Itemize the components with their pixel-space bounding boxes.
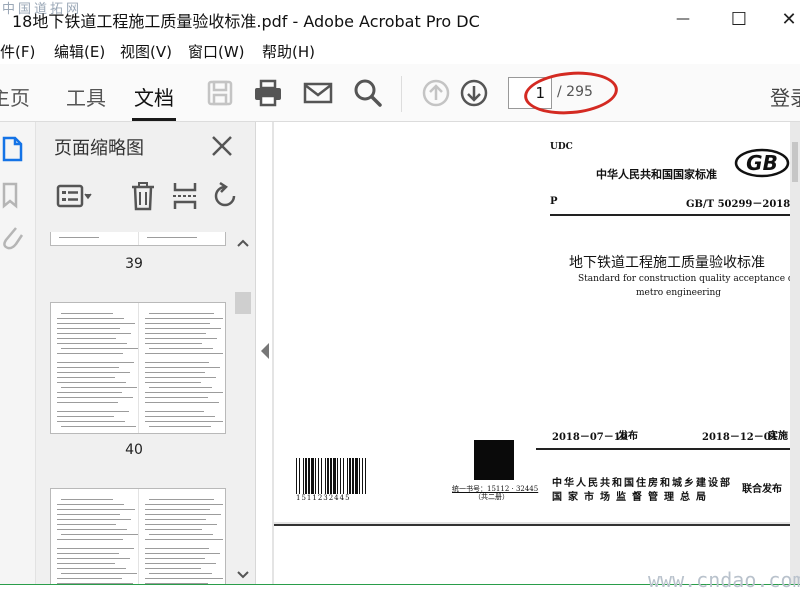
document-title-en-1: Standard for construction quality accept… (578, 274, 797, 284)
tab-tools[interactable]: 工具 (66, 82, 106, 111)
document-page-1: UDC GB 中华人民共和国国家标准 P GB/T 50299－2018 地下铁… (274, 122, 797, 522)
menu-file[interactable]: 件(F) (0, 41, 35, 62)
standard-code: GB/T 50299－2018 (686, 199, 791, 210)
save-icon[interactable] (204, 77, 236, 109)
barcode-image (296, 458, 366, 494)
book-edition: （共二册） (474, 493, 509, 501)
title-bar: 中国道拓网 18地下铁道工程施工质量验收标准.pdf - Adobe Acrob… (0, 0, 800, 38)
menu-window[interactable]: 窗口(W) (188, 41, 245, 62)
maximize-button[interactable]: ☐ (716, 4, 762, 34)
thumbnail-page-41[interactable] (50, 488, 226, 584)
page-down-icon[interactable] (458, 77, 490, 109)
minimize-icon: — (676, 11, 690, 27)
menu-help[interactable]: 帮助(H) (262, 41, 315, 62)
close-window-button[interactable]: ✕ (766, 4, 800, 34)
bookmark-icon[interactable] (0, 180, 26, 210)
rotate-page-icon[interactable] (210, 180, 240, 212)
document-scrollbar[interactable] (790, 122, 800, 584)
close-panel-icon[interactable] (208, 132, 236, 160)
tab-document[interactable]: 文档 (134, 82, 174, 111)
page-up-icon[interactable] (420, 77, 452, 109)
delete-page-icon[interactable] (128, 180, 158, 212)
document-title-cn: 地下铁道工程施工质量验收标准 (569, 255, 765, 271)
publish-date: 2018－07－10 (552, 432, 628, 443)
header-rule (550, 214, 790, 216)
toolbar-separator (401, 76, 402, 112)
email-icon[interactable] (302, 77, 334, 109)
scroll-up-icon[interactable] (236, 238, 250, 248)
maximize-icon: ☐ (730, 8, 748, 30)
panel-title: 页面缩略图 (54, 138, 144, 159)
thumbnail-label-39: 39 (125, 256, 143, 272)
implement-date: 2018－12－01 (702, 432, 778, 443)
close-icon: ✕ (781, 8, 797, 30)
active-tab-indicator (132, 118, 176, 121)
udc-label: UDC (550, 142, 573, 152)
print-icon[interactable] (252, 77, 284, 109)
gb-logo: GB (734, 148, 790, 178)
footer-watermark: www.cndao.com (648, 568, 800, 592)
standard-type: 中华人民共和国国家标准 (596, 168, 717, 181)
publish-label: 发布 (618, 431, 638, 442)
toolbar: 主页 工具 文档 / 295 登录 (0, 64, 800, 122)
thumbnail-scrollbar[interactable] (232, 232, 254, 584)
menu-view[interactable]: 视图(V) (120, 41, 172, 62)
login-button[interactable]: 登录 (770, 82, 800, 111)
implement-label: 实施 (768, 431, 788, 442)
extract-pages-icon[interactable] (170, 180, 200, 212)
publisher-line-2: 国家市场监督管理总局 (552, 492, 712, 503)
attachment-icon[interactable] (0, 222, 26, 252)
gb-logo-text: GB (746, 151, 778, 175)
options-menu-icon[interactable] (56, 180, 96, 212)
search-icon[interactable] (352, 77, 384, 109)
window-title: 18地下铁道工程施工质量验收标准.pdf - Adobe Acrobat Pro… (12, 12, 480, 31)
left-tool-strip (0, 122, 36, 584)
publisher-seal-image (474, 440, 514, 480)
scroll-down-icon[interactable] (236, 570, 250, 580)
thumbnail-page-39[interactable] (50, 232, 226, 246)
joint-publish-label: 联合发布 (742, 484, 782, 495)
document-view[interactable]: UDC GB 中华人民共和国国家标准 P GB/T 50299－2018 地下铁… (272, 122, 800, 584)
publisher-line-1: 中华人民共和国住房和城乡建设部 (552, 478, 732, 489)
menu-edit[interactable]: 编辑(E) (54, 41, 105, 62)
document-title-en-2: metro engineering (636, 288, 722, 298)
thumbnail-list[interactable]: 39 40 (36, 232, 232, 584)
page-thumbnails-icon[interactable] (0, 134, 26, 164)
collapse-panel-icon[interactable] (258, 340, 272, 362)
document-scrollbar-thumb[interactable] (792, 142, 798, 182)
minimize-button[interactable]: — (660, 4, 706, 34)
page-thumbnails-panel: 页面缩略图 39 40 (36, 122, 256, 584)
barcode-number: 1511232445 (296, 494, 351, 502)
menu-bar: 件(F) 编辑(E) 视图(V) 窗口(W) 帮助(H) (0, 38, 800, 64)
tab-home[interactable]: 主页 (0, 82, 30, 111)
footer-rule (536, 448, 790, 450)
thumbnail-page-40[interactable] (50, 302, 226, 434)
thumbnail-label-40: 40 (125, 442, 143, 458)
p-mark: P (550, 196, 558, 207)
scrollbar-thumb[interactable] (235, 292, 251, 314)
